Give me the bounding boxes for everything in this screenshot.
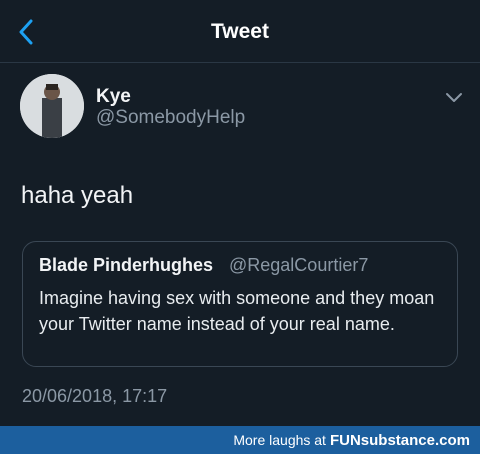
chevron-down-icon xyxy=(446,93,462,102)
avatar[interactable] xyxy=(20,74,84,138)
quoted-author-name: Blade Pinderhughes xyxy=(39,255,214,275)
tweet-text: haha yeah xyxy=(21,182,134,209)
tweet-menu-button[interactable] xyxy=(440,86,468,110)
top-bar: Tweet xyxy=(0,0,480,63)
author-handle[interactable]: @SomebodyHelp xyxy=(96,107,245,129)
watermark-bar: More laughs at FUNsubstance.com xyxy=(0,426,480,454)
quoted-tweet[interactable]: Blade Pinderhughes @RegalCourtier7 Imagi… xyxy=(22,241,458,367)
author-name[interactable]: Kye xyxy=(96,86,131,108)
watermark-brand: FUNsubstance.com xyxy=(329,431,470,449)
page-title: Tweet xyxy=(211,20,269,43)
quoted-tweet-text: Imagine having sex with someone and they… xyxy=(39,288,435,334)
quoted-author-handle: @RegalCourtier7 xyxy=(229,255,369,275)
tweet-timestamp: 20/06/2018, 17:17 xyxy=(22,386,168,406)
watermark-prefix: More laughs at xyxy=(233,432,326,448)
avatar-image xyxy=(20,74,84,138)
